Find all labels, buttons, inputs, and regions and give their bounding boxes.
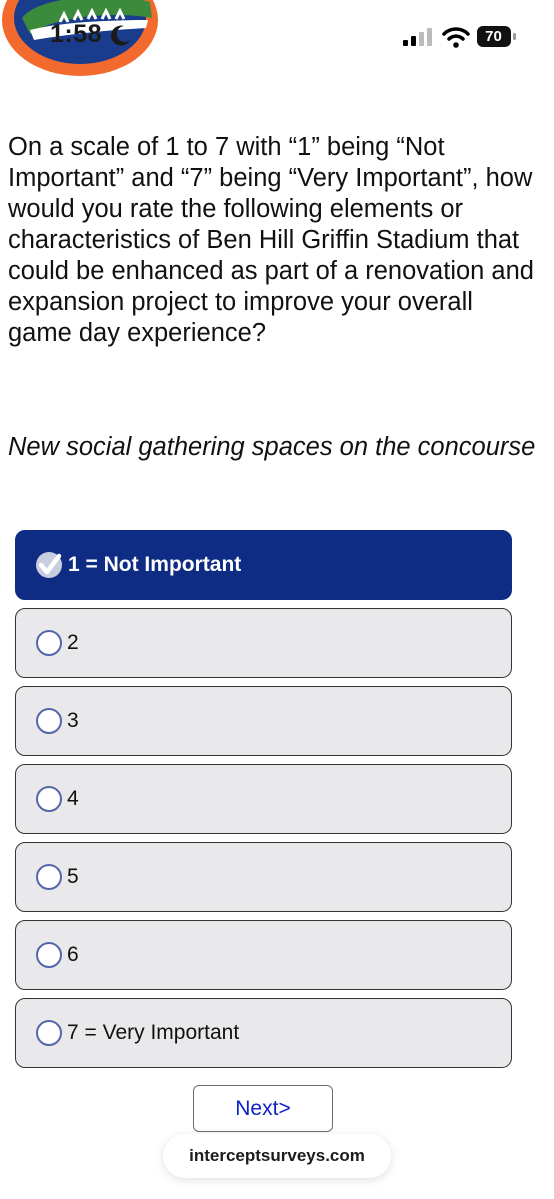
radio-button[interactable] (36, 786, 62, 812)
option-5[interactable]: 5 (15, 842, 512, 912)
option-label: 3 (67, 709, 79, 732)
rating-options: 1 = Not Important 2 3 4 5 6 7 = Very Imp… (15, 530, 512, 1076)
option-6[interactable]: 6 (15, 920, 512, 990)
option-label: 7 = Very Important (67, 1021, 240, 1044)
radio-button[interactable] (36, 1020, 62, 1046)
battery-level: 70 (485, 28, 502, 45)
status-bar: 1:58 70 (0, 0, 554, 80)
radio-button[interactable] (36, 942, 62, 968)
option-1[interactable]: 1 = Not Important (15, 530, 512, 600)
next-button[interactable]: Next> (193, 1085, 333, 1132)
wifi-icon (442, 27, 470, 48)
signal-icon (403, 28, 432, 46)
checkmark-icon (36, 552, 62, 578)
clock: 1:58 (50, 20, 103, 48)
option-7[interactable]: 7 = Very Important (15, 998, 512, 1068)
survey-question: On a scale of 1 to 7 with “1” being “Not… (8, 133, 534, 347)
radio-button[interactable] (36, 708, 62, 734)
option-4[interactable]: 4 (15, 764, 512, 834)
option-label: 5 (67, 865, 79, 888)
survey-item: New social gathering spaces on the conco… (8, 433, 536, 461)
option-label: 4 (67, 787, 79, 810)
option-3[interactable]: 3 (15, 686, 512, 756)
url-bar[interactable]: interceptsurveys.com (163, 1134, 391, 1178)
moon-icon (111, 25, 130, 46)
option-label: 2 (67, 631, 79, 654)
option-2[interactable]: 2 (15, 608, 512, 678)
option-label: 1 = Not Important (68, 553, 242, 576)
radio-button[interactable] (36, 864, 62, 890)
option-label: 6 (67, 943, 79, 966)
radio-button[interactable] (36, 630, 62, 656)
